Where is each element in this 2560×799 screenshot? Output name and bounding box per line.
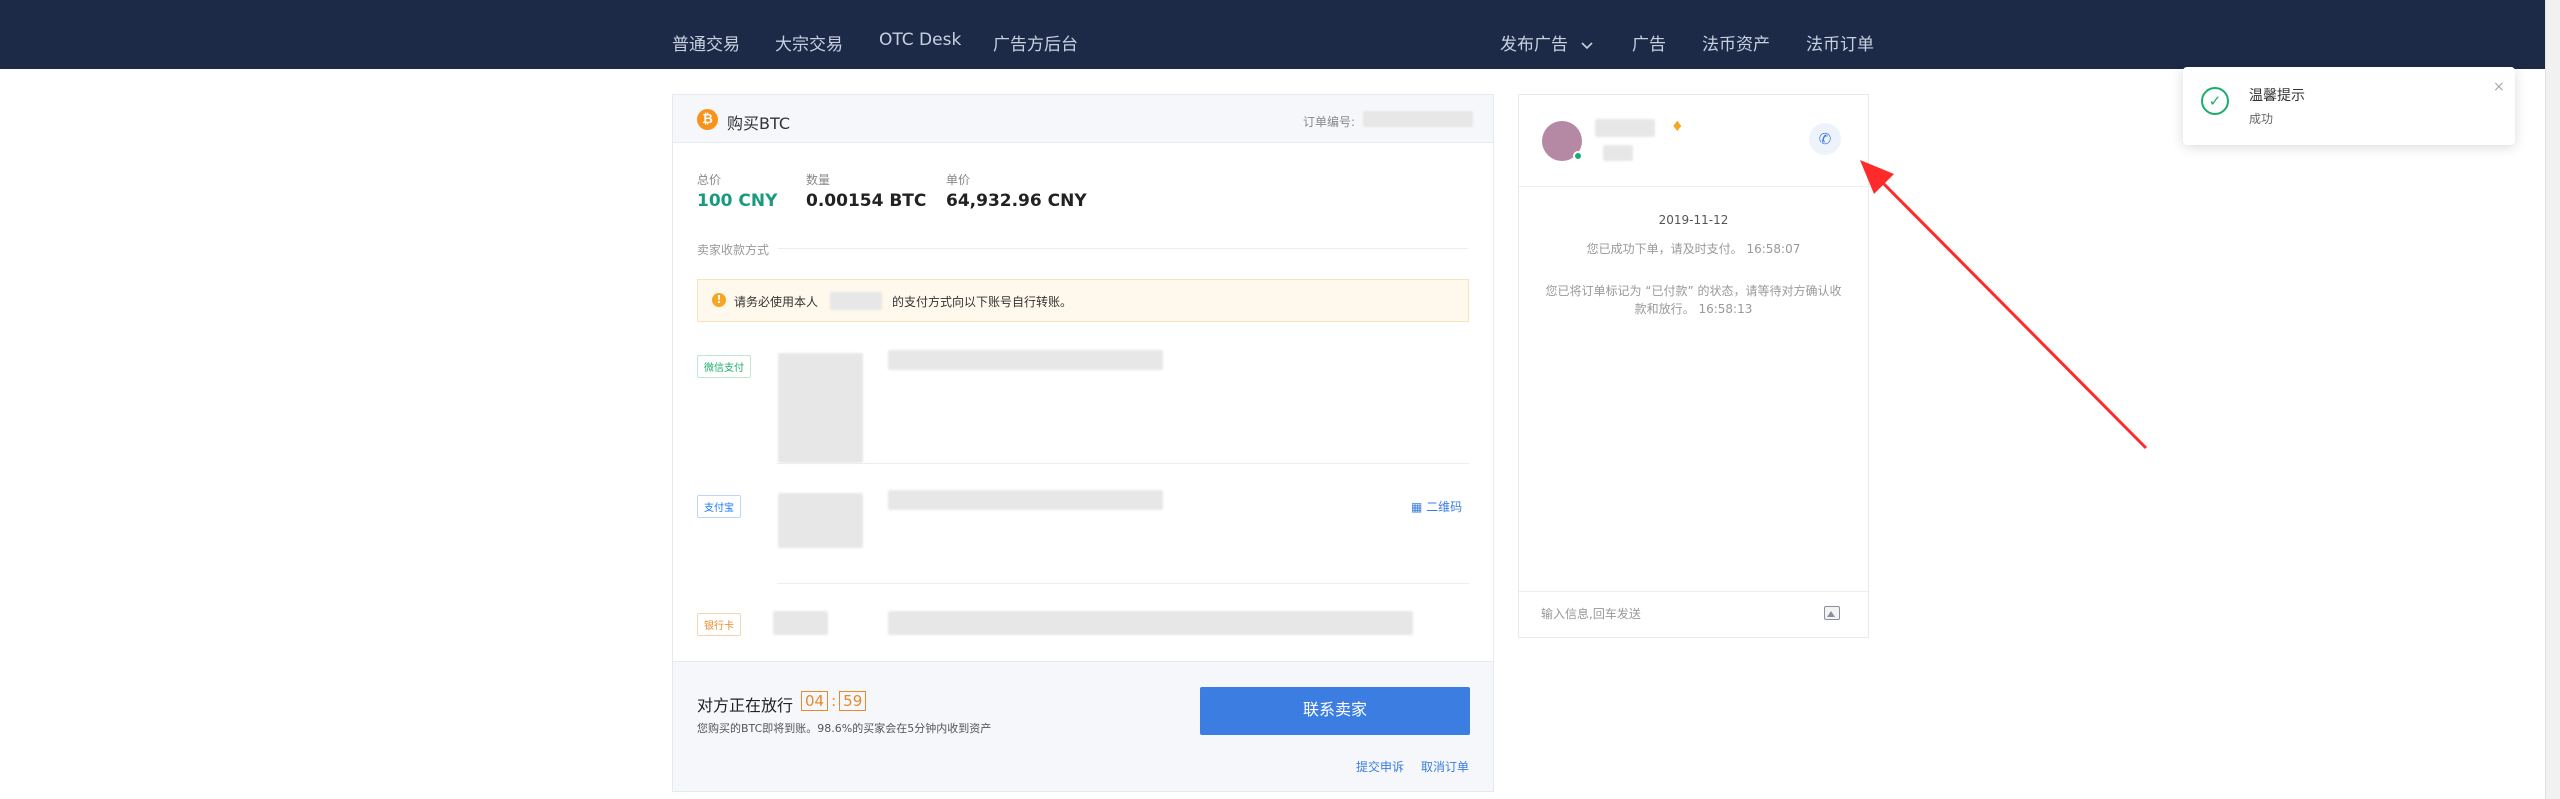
payment-row-divider <box>777 463 1469 464</box>
payer-name-redacted <box>830 292 882 310</box>
nav-item-fiat-assets[interactable]: 法币资产 <box>1702 30 1770 55</box>
close-icon[interactable]: × <box>2493 79 2505 95</box>
alipay-account-redacted <box>888 490 1163 510</box>
nav-item-block-trade[interactable]: 大宗交易 <box>775 30 843 55</box>
chat-system-message: 您已成功下单，请及时支付。 16:58:07 <box>1586 242 1801 256</box>
chat-header: ♦ ✆ <box>1519 95 1868 187</box>
warning-text-after-name: 的支付方式向以下账号自行转账。 <box>892 295 1073 309</box>
warning-text-before-name: 请务必使用本人 <box>734 295 819 309</box>
order-panel: ₿ 购买BTC 订单编号: 总价 100 CNY 数量 0.00154 BTC … <box>672 94 1494 792</box>
payment-row-divider <box>777 583 1469 584</box>
total-price-label: 总价 <box>697 173 722 187</box>
check-circle-icon: ✓ <box>2201 87 2229 115</box>
payment-warning: ! 请务必使用本人 的支付方式向以下账号自行转账。 <box>697 279 1469 322</box>
unit-price-value: 64,932.96 CNY <box>946 191 1087 211</box>
merchant-badge-icon: ♦ <box>1671 119 1684 135</box>
bank-holder-redacted <box>773 611 828 635</box>
online-status-dot <box>1573 151 1583 161</box>
warning-icon: ! <box>712 293 726 307</box>
unit-price-label: 单价 <box>946 173 971 187</box>
phone-icon[interactable]: ✆ <box>1809 123 1841 155</box>
submit-appeal-link[interactable]: 提交申诉 <box>1356 758 1404 775</box>
wechat-qr-redacted <box>778 353 863 463</box>
chat-panel: ♦ ✆ 2019-11-12 您已成功下单，请及时支付。 16:58:07 您已… <box>1518 94 1869 638</box>
order-number-redacted <box>1363 111 1473 127</box>
order-title: 购买BTC <box>727 114 790 133</box>
quantity-label: 数量 <box>806 173 831 187</box>
timer-separator: : <box>831 692 837 710</box>
qr-code-link-label: 二维码 <box>1426 500 1463 514</box>
top-nav: 普通交易 大宗交易 OTC Desk 广告方后台 发布广告 广告 法币资产 法币… <box>0 0 2545 69</box>
order-number-label: 订单编号: <box>1303 115 1356 129</box>
timer-minutes: 04 <box>801 691 829 711</box>
chat-system-message: 您已将订单标记为 “已付款” 的状态，请等待对方确认收款和放行。 16:58:1… <box>1545 284 1842 316</box>
section-divider <box>778 248 1468 249</box>
chat-date: 2019-11-12 <box>1658 213 1729 227</box>
toast-title: 温馨提示 <box>2249 88 2305 104</box>
order-header: ₿ 购买BTC 订单编号: <box>673 95 1493 143</box>
qr-code-link[interactable]: ▦ 二维码 <box>1411 498 1462 515</box>
release-status-title: 对方正在放行 <box>697 696 794 715</box>
release-status-subtitle: 您购买的BTC即将到账。98.6%的买家会在5分钟内收到资产 <box>697 722 992 735</box>
payment-tag-alipay: 支付宝 <box>697 495 741 518</box>
alipay-name-redacted <box>778 493 863 548</box>
quantity-value: 0.00154 BTC <box>806 191 927 211</box>
seller-info-redacted <box>1603 145 1633 161</box>
countdown-timer: 04:59 <box>801 691 867 711</box>
seller-name-redacted <box>1595 119 1655 137</box>
chat-message-input[interactable] <box>1541 607 1801 621</box>
success-toast: ✓ 温馨提示 成功 × <box>2183 67 2515 145</box>
contact-seller-button[interactable]: 联系卖家 <box>1200 687 1470 735</box>
payment-tag-bank-card: 银行卡 <box>697 613 741 636</box>
order-footer: 对方正在放行 04:59 您购买的BTC即将到账。98.6%的买家会在5分钟内收… <box>673 661 1493 791</box>
timer-seconds: 59 <box>839 691 867 711</box>
bitcoin-icon: ₿ <box>697 109 718 130</box>
nav-item-post-ad-label: 发布广告 <box>1500 35 1568 55</box>
bank-account-redacted <box>888 611 1413 635</box>
page-scrollbar[interactable] <box>2545 0 2560 799</box>
payment-tag-wechat: 微信支付 <box>697 355 751 378</box>
nav-item-post-ad[interactable]: 发布广告 <box>1500 30 1593 55</box>
nav-item-advertiser-backend[interactable]: 广告方后台 <box>993 30 1078 55</box>
toast-message: 成功 <box>2249 112 2274 126</box>
nav-item-spot-trade[interactable]: 普通交易 <box>672 30 740 55</box>
nav-item-ads[interactable]: 广告 <box>1632 30 1666 55</box>
chevron-down-icon <box>1581 42 1593 50</box>
payment-methods-label: 卖家收款方式 <box>697 243 770 257</box>
image-upload-icon[interactable] <box>1824 606 1840 620</box>
nav-item-otc-desk[interactable]: OTC Desk <box>879 30 961 50</box>
qr-code-icon: ▦ <box>1411 500 1423 514</box>
nav-item-fiat-orders[interactable]: 法币订单 <box>1806 30 1874 55</box>
chat-input-bar <box>1519 591 1868 637</box>
total-price-value: 100 CNY <box>697 191 778 211</box>
cancel-order-link[interactable]: 取消订单 <box>1421 758 1469 775</box>
wechat-account-redacted <box>888 350 1163 370</box>
